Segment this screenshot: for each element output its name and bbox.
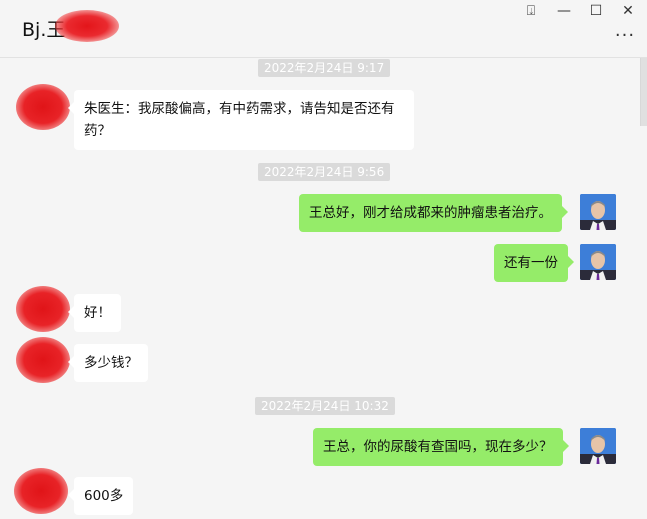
- avatar[interactable]: [16, 337, 70, 383]
- message-bubble-incoming[interactable]: 好！: [68, 294, 121, 332]
- message-bubble-incoming[interactable]: 多少钱？: [68, 344, 148, 382]
- maximize-icon[interactable]: ☐: [579, 0, 613, 22]
- message-text: 还有一份: [504, 255, 558, 271]
- message-text: 多少钱？: [84, 355, 138, 371]
- message-text: 朱医生：我尿酸偏高，有中药需求，请告知是否还有: [84, 101, 395, 117]
- timestamp: 2022年2月24日 9:56: [258, 163, 391, 181]
- person-icon: [580, 428, 616, 464]
- timestamp: 2022年2月24日 10:32: [255, 397, 395, 415]
- redaction-blur: [55, 10, 119, 42]
- message-text: 药？: [84, 123, 111, 139]
- avatar[interactable]: [580, 244, 616, 280]
- message-text: 600多: [84, 488, 124, 504]
- message-bubble-incoming[interactable]: 600多: [67, 477, 134, 515]
- person-icon: [580, 194, 616, 230]
- avatar[interactable]: [14, 468, 68, 514]
- timestamp: 2022年2月24日 9:17: [258, 59, 391, 77]
- pin-icon[interactable]: ⍗: [514, 0, 548, 22]
- chat-header: Bj.王 ⍗ — ☐ ✕ ···: [0, 0, 647, 58]
- scrollbar[interactable]: [640, 58, 647, 126]
- message-text: 王总，你的尿酸有查国吗，现在多少？: [323, 439, 553, 455]
- message-bubble-outgoing[interactable]: 王总，你的尿酸有查国吗，现在多少？: [313, 428, 568, 466]
- message-text: 好！: [84, 305, 111, 321]
- avatar[interactable]: [16, 84, 70, 130]
- avatar[interactable]: [580, 428, 616, 464]
- close-icon[interactable]: ✕: [611, 0, 645, 22]
- person-icon: [580, 244, 616, 280]
- message-bubble-incoming[interactable]: 朱医生：我尿酸偏高，有中药需求，请告知是否还有 药？: [68, 90, 414, 150]
- avatar[interactable]: [16, 286, 70, 332]
- more-icon[interactable]: ···: [613, 25, 637, 46]
- avatar[interactable]: [580, 194, 616, 230]
- message-text: 王总好，刚才给成都来的肿瘤患者治疗。: [309, 205, 552, 221]
- message-bubble-outgoing[interactable]: 还有一份: [494, 244, 574, 282]
- message-bubble-outgoing[interactable]: 王总好，刚才给成都来的肿瘤患者治疗。: [299, 194, 568, 232]
- minimize-icon[interactable]: —: [547, 0, 581, 22]
